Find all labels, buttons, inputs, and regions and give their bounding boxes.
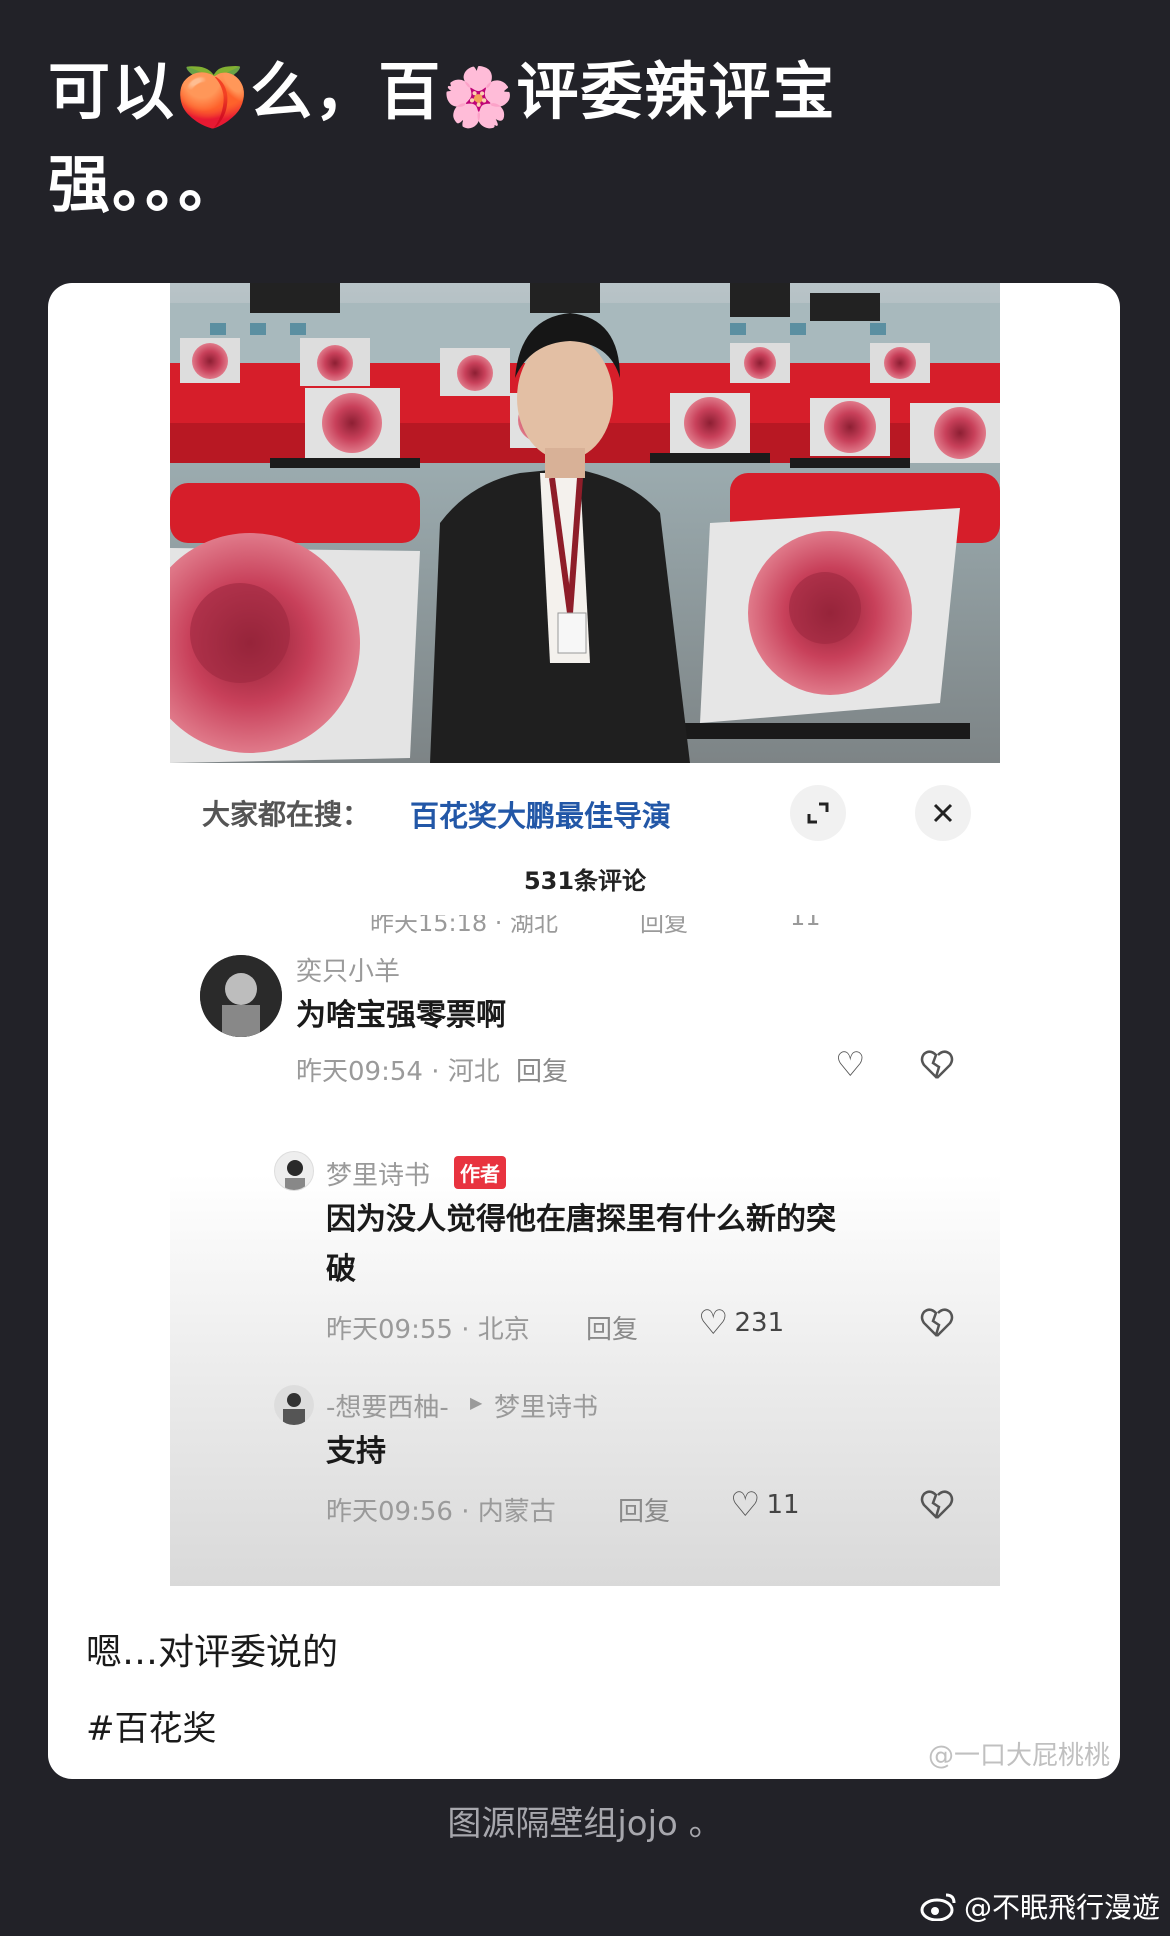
reply-to-arrow-icon: ▶ (470, 1393, 483, 1412)
search-prefix: 大家都在搜： (202, 798, 371, 831)
flower-emoji-icon: 🌸 (442, 63, 517, 131)
heart-icon: ♡ (730, 1485, 761, 1525)
comment-text-line2: 破 (326, 1252, 356, 1287)
reply-button[interactable]: 回复 (586, 1309, 638, 1346)
title-line2: 强。。。 (48, 148, 243, 221)
like-button[interactable]: ♡ 11 (730, 1485, 800, 1525)
reply-button[interactable]: 回复 (516, 1051, 568, 1088)
partial-meta: 昨天15:18 · 湖北 (370, 915, 559, 935)
heart-icon: ♡ (698, 1303, 729, 1343)
weibo-handle: @不眠飛行漫遊 (963, 1891, 1160, 1924)
avatar[interactable] (200, 955, 282, 1037)
comment-meta: 昨天09:55 · 北京 (326, 1315, 530, 1345)
like-button[interactable]: ♡ (835, 1045, 865, 1085)
partial-comment-meta: 昨天15:18 · 湖北 回复 11 (370, 915, 930, 935)
peach-emoji-icon: 🍑 (176, 63, 251, 131)
comment-text: 支持 (326, 1434, 386, 1469)
inner-watermark: @一口大屁桃桃 (927, 1741, 1110, 1771)
author-badge: 作者 (454, 1156, 506, 1189)
user-avatar-image (200, 955, 282, 1037)
partial-reply: 回复 (640, 915, 688, 935)
expand-icon (807, 802, 829, 824)
photo[interactable] (170, 283, 1000, 763)
comment-author[interactable]: 梦里诗书 (326, 1155, 430, 1192)
dislike-button[interactable] (920, 1049, 954, 1089)
search-term-link[interactable]: 百花奖大鹏最佳导演 (410, 793, 671, 835)
title-part3: 评委辣评宝 (516, 55, 837, 128)
like-count: 231 (734, 1308, 785, 1338)
hashtag-link[interactable]: #百花奖 (86, 1701, 217, 1750)
expand-button[interactable] (790, 785, 846, 841)
close-icon (933, 803, 953, 823)
comment-text: 为啥宝强零票啊 (296, 998, 506, 1033)
reply-to-author[interactable]: 梦里诗书 (494, 1387, 598, 1424)
like-count: 11 (766, 1490, 800, 1520)
dislike-button[interactable] (920, 1489, 954, 1529)
post-caption: 嗯…对评委说的 (86, 1632, 339, 1673)
dislike-icon (920, 1050, 954, 1079)
dislike-button[interactable] (920, 1307, 954, 1347)
title-part1: 可以 (48, 55, 177, 128)
post-card[interactable]: 大家都在搜： 百花奖大鹏最佳导演 531条评论 昨天15:18 · 湖北 回复 … (48, 283, 1120, 1779)
weibo-icon (920, 1893, 956, 1921)
comment-text-line1: 因为没人觉得他在唐探里有什么新的突 (326, 1202, 836, 1237)
reply-button[interactable]: 回复 (618, 1491, 670, 1528)
comment-panel: 大家都在搜： 百花奖大鹏最佳导演 531条评论 昨天15:18 · 湖北 回复 … (170, 763, 1000, 1586)
judge-photo-image (170, 283, 1000, 763)
comment-meta: 昨天09:56 · 内蒙古 (326, 1497, 556, 1527)
avatar[interactable] (274, 1385, 314, 1425)
author-avatar-image (285, 1160, 305, 1190)
comment-meta: 昨天09:54 · 河北 (296, 1057, 500, 1087)
avatar[interactable] (274, 1151, 314, 1191)
post-title: 可以🍑么，百🌸评委辣评宝 强。。。 (48, 48, 1088, 229)
comment-author[interactable]: -想要西柚- (326, 1387, 449, 1424)
search-bar[interactable]: 大家都在搜： 百花奖大鹏最佳导演 (170, 763, 1000, 853)
dislike-icon (920, 1308, 954, 1337)
comments-count: 531条评论 (523, 867, 647, 895)
source-caption: 图源隔壁组jojo 。 (447, 1804, 723, 1844)
user-avatar-image (274, 1385, 314, 1425)
close-button[interactable] (915, 785, 971, 841)
weibo-watermark: @不眠飛行漫遊 (920, 1886, 1160, 1926)
partial-likes: 11 (790, 915, 821, 931)
comment-author[interactable]: 奕只小羊 (296, 951, 400, 988)
heart-icon: ♡ (835, 1045, 866, 1085)
like-button[interactable]: ♡ 231 (698, 1303, 784, 1343)
title-part2: 么，百 (250, 55, 443, 128)
dislike-icon (920, 1490, 954, 1519)
